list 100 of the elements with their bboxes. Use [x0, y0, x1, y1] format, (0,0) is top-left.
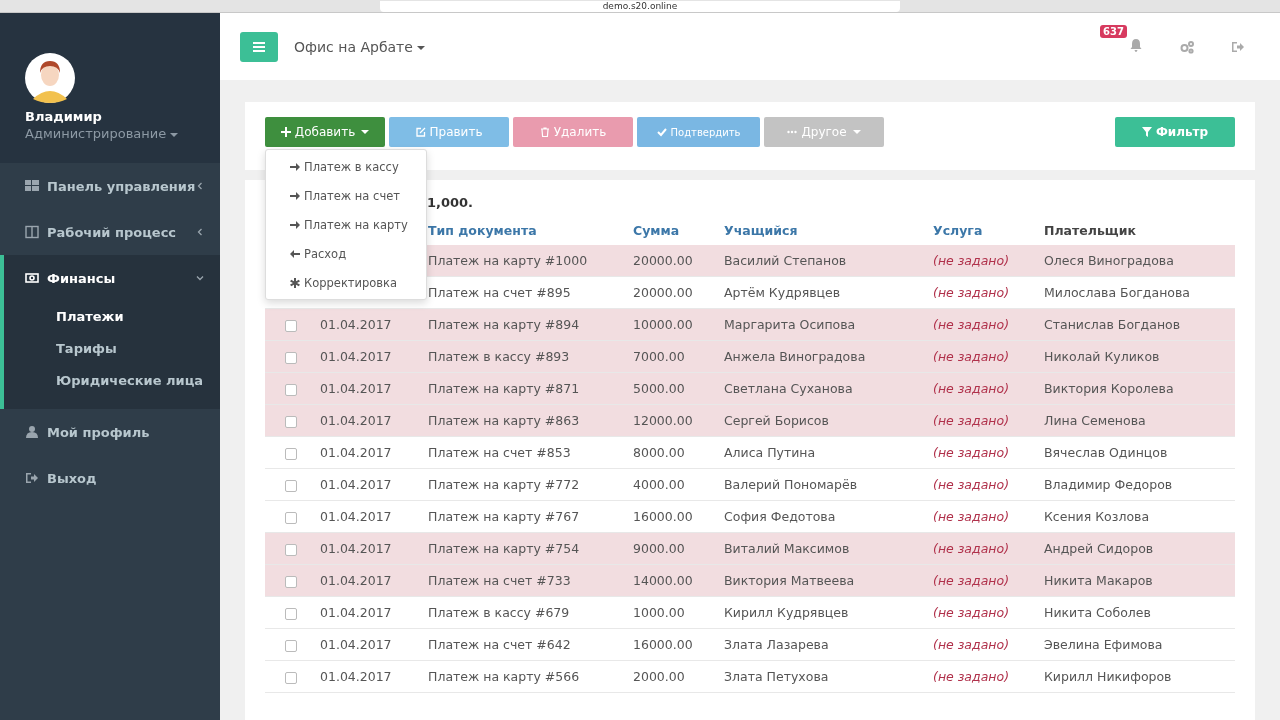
table-row[interactable]: 01.04.2017 Платеж на карту #894 10000.00 Маргарита Осипова (не задано) Станислав Богданов — [265, 309, 1235, 341]
table-cell: 01.04.2017 — [320, 349, 392, 364]
row-checkbox[interactable] — [285, 351, 297, 364]
menu-button[interactable] — [240, 31, 278, 62]
table-row[interactable]: 01.04.2017 Платеж в кассу #679 1000.00 Кирилл Кудрявцев (не задано) Никита Соболев — [265, 597, 1235, 629]
nav-item[interactable]: Выход — [4, 455, 220, 501]
table-cell: 01.04.2017 — [320, 413, 392, 428]
menu-item[interactable]: Платеж на карту — [266, 210, 426, 239]
columns-icon — [25, 225, 39, 239]
sign-out-icon[interactable] — [1231, 39, 1245, 54]
table-cell: 01.04.2017 — [320, 541, 392, 556]
menu-item[interactable]: Платеж на счет — [266, 181, 426, 210]
table-row[interactable]: 01.04.2017 Платеж на счет #853 8000.00 Алиса Путина (не задано) Вячеслав Одинцов — [265, 437, 1235, 469]
table-row[interactable]: 01.04.2017 Платеж на счет #642 16000.00 Злата Лазарева (не задано) Эвелина Ефимова — [265, 629, 1235, 661]
chevron-left-icon — [196, 182, 204, 190]
table-cell: Кирилл Никифоров — [1044, 669, 1172, 684]
add-button[interactable]: Добавить — [265, 117, 385, 147]
table-cell: 01.04.2017 — [320, 605, 392, 620]
row-checkbox[interactable] — [285, 479, 297, 492]
table-row[interactable]: 01.04.2017 Платеж на карту #772 4000.00 Валерий Пономарёв (не задано) Владимир Федоров — [265, 469, 1235, 501]
table-cell: Злата Лазарева — [724, 637, 829, 652]
table-row[interactable]: 01.04.2017 Платеж в кассу #893 7000.00 Анжела Виноградова (не задано) Николай Куликов — [265, 341, 1235, 373]
table-cell: 01.04.2017 — [320, 637, 392, 652]
nav-item[interactable]: Мой профиль — [4, 409, 220, 455]
table-cell: Платеж на счет #642 — [428, 637, 571, 652]
column-header[interactable]: Учащийся — [724, 222, 798, 238]
table-cell: (не задано) — [933, 573, 1010, 588]
table-cell: (не задано) — [933, 669, 1010, 684]
row-checkbox[interactable] — [285, 639, 297, 652]
table-cell: (не задано) — [933, 317, 1010, 332]
table-cell: Платеж на счет #853 — [428, 445, 571, 460]
submenu-item[interactable]: Тарифы — [4, 333, 220, 365]
table-cell: 14000.00 — [633, 573, 693, 588]
grid-icon — [25, 179, 39, 193]
office-dropdown[interactable]: Офис на Арбате — [294, 38, 426, 55]
table-cell: Платеж в кассу #893 — [428, 349, 570, 364]
row-checkbox[interactable] — [285, 543, 297, 556]
table-cell: (не задано) — [933, 253, 1010, 268]
table-cell: Маргарита Осипова — [724, 317, 856, 332]
table-cell: 16000.00 — [633, 509, 693, 524]
row-checkbox[interactable] — [285, 671, 297, 684]
table-cell: Владимир Федоров — [1044, 477, 1173, 492]
submenu-item[interactable]: Платежи — [4, 301, 220, 333]
table-cell: Платеж на карту #767 — [428, 509, 580, 524]
table-cell: Андрей Сидоров — [1044, 541, 1154, 556]
table-cell: 4000.00 — [633, 477, 685, 492]
table-cell: Платеж на счет #733 — [428, 573, 571, 588]
total-count: 1,000. — [427, 195, 474, 210]
bell-icon[interactable] — [1129, 38, 1143, 52]
row-checkbox[interactable] — [285, 447, 297, 460]
role-dropdown[interactable]: Администрирование — [25, 126, 220, 141]
table-cell: Милослава Богданова — [1044, 285, 1190, 300]
menu-icon — [253, 41, 265, 52]
nav-item[interactable]: Финансы — [4, 255, 220, 301]
row-checkbox[interactable] — [285, 511, 297, 524]
arrow-left-icon — [290, 248, 300, 259]
table-cell: Платеж в кассу #679 — [428, 605, 570, 620]
notification-count: 637 — [1100, 25, 1127, 38]
address-field[interactable]: demo.s20.online — [380, 1, 900, 12]
menu-item[interactable]: Платеж в кассу — [266, 152, 426, 181]
submenu-item[interactable]: Юридические лица — [4, 365, 220, 397]
table-cell: Станислав Богданов — [1044, 317, 1181, 332]
table-cell: Алиса Путина — [724, 445, 816, 460]
plus-icon — [280, 127, 291, 137]
user-name: Владимир — [25, 109, 103, 124]
table-cell: Ксения Козлова — [1044, 509, 1150, 524]
table-row[interactable]: 01.04.2017 Платеж на карту #871 5000.00 Светлана Суханова (не задано) Виктория Королева — [265, 373, 1235, 405]
table-cell: 20000.00 — [633, 253, 693, 268]
table-row[interactable]: 01.04.2017 Платеж на счет #733 14000.00 Виктория Матвеева (не задано) Никита Макаров — [265, 565, 1235, 597]
table-cell: (не задано) — [933, 477, 1010, 492]
arrow-right-icon — [290, 161, 300, 172]
row-checkbox[interactable] — [285, 607, 297, 620]
row-checkbox[interactable] — [285, 415, 297, 428]
table-cell: 10000.00 — [633, 317, 693, 332]
table-cell: 01.04.2017 — [320, 477, 392, 492]
table-cell: Артём Кудрявцев — [724, 285, 841, 300]
nav-item[interactable]: Рабочий процесс — [4, 209, 220, 255]
column-header[interactable]: Плательщик — [1044, 222, 1136, 238]
table-cell: 2000.00 — [633, 669, 685, 684]
nav-item[interactable]: Панель управления — [4, 163, 220, 209]
gears-icon[interactable] — [1179, 39, 1195, 54]
table-cell: 16000.00 — [633, 637, 693, 652]
table-cell: 5000.00 — [633, 381, 685, 396]
sign-out-icon — [25, 471, 39, 485]
column-header[interactable]: Услуга — [933, 222, 983, 238]
table-row[interactable]: 01.04.2017 Платеж на карту #754 9000.00 Виталий Максимов (не задано) Андрей Сидоров — [265, 533, 1235, 565]
row-checkbox[interactable] — [285, 319, 297, 332]
column-header[interactable]: Тип документа — [428, 222, 537, 238]
table-cell: Сергей Борисов — [724, 413, 829, 428]
table-cell: Кирилл Кудрявцев — [724, 605, 849, 620]
table-row[interactable]: 01.04.2017 Платеж на карту #863 12000.00 Сергей Борисов (не задано) Лина Семенова — [265, 405, 1235, 437]
row-checkbox[interactable] — [285, 575, 297, 588]
check-icon — [656, 127, 667, 137]
row-checkbox[interactable] — [285, 383, 297, 396]
column-header[interactable]: Сумма — [633, 222, 680, 238]
asterisk-icon — [290, 277, 300, 288]
avatar-icon — [25, 53, 75, 103]
table-row[interactable]: 01.04.2017 Платеж на карту #566 2000.00 Злата Петухова (не задано) Кирилл Никифоров — [265, 661, 1235, 693]
table-cell: Платеж на карту #772 — [428, 477, 580, 492]
chevron-down-icon — [196, 274, 204, 282]
